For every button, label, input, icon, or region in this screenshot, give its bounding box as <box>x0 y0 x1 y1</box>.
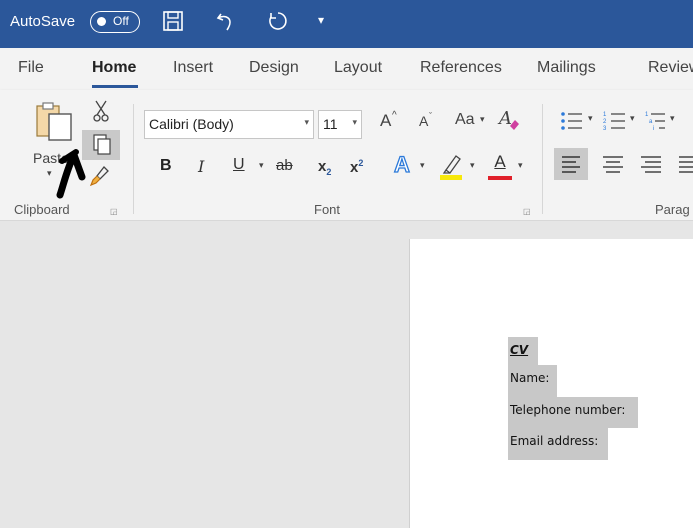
customize-qat-icon[interactable]: ▾ <box>318 13 324 27</box>
chevron-down-icon[interactable]: ▾ <box>420 160 425 171</box>
ribbon: Paste ▾ Clipboard ◲ Calibri (Body) ▾ 11 … <box>0 90 693 221</box>
chevron-down-icon[interactable]: ▾ <box>304 117 309 128</box>
font-size-combo[interactable]: 11 ▾ <box>318 110 362 139</box>
grow-font-button[interactable]: A <box>380 111 391 131</box>
clipboard-group-label: Clipboard <box>14 202 70 217</box>
email-line[interactable]: Email address: <box>508 428 608 460</box>
redo-icon[interactable] <box>266 10 288 38</box>
numbering-icon[interactable]: 123 <box>603 110 627 137</box>
tab-review[interactable]: Review <box>648 59 693 77</box>
group-separator <box>542 104 543 214</box>
chevron-down-icon[interactable]: ▾ <box>518 160 523 171</box>
highlight-color-icon[interactable] <box>438 152 464 185</box>
active-tab-underline <box>92 85 138 88</box>
tab-file[interactable]: File <box>18 59 44 77</box>
tab-home[interactable]: Home <box>92 59 136 77</box>
font-group-label: Font <box>314 202 341 217</box>
subscript-button[interactable]: x2 <box>318 158 331 177</box>
save-icon[interactable] <box>162 10 184 38</box>
align-right-icon[interactable] <box>636 148 666 185</box>
tab-insert[interactable]: Insert <box>173 59 213 77</box>
autosave-label: AutoSave <box>10 13 76 30</box>
svg-text:2: 2 <box>603 119 607 125</box>
align-center-icon[interactable] <box>598 148 628 185</box>
undo-icon[interactable] <box>215 10 237 38</box>
svg-text:3: 3 <box>603 126 607 132</box>
svg-text:a: a <box>649 119 653 125</box>
clipboard-launcher-icon[interactable]: ◲ <box>110 207 118 216</box>
font-launcher-icon[interactable]: ◲ <box>523 207 531 216</box>
telephone-line[interactable]: Telephone number: <box>508 397 638 428</box>
change-case-button[interactable]: Aa <box>455 111 475 129</box>
superscript-button[interactable]: x2 <box>350 158 363 176</box>
annotation-arrow-icon <box>52 147 100 204</box>
italic-button[interactable]: I <box>198 157 204 176</box>
font-name-value: Calibri (Body) <box>149 116 234 132</box>
bullets-icon[interactable] <box>560 110 584 137</box>
svg-text:A: A <box>497 108 512 129</box>
cv-heading[interactable]: CV <box>508 337 538 365</box>
autosave-toggle[interactable]: Off <box>90 11 140 33</box>
underline-button[interactable]: U <box>233 156 245 174</box>
document-page[interactable]: CV Name: Telephone number: Email address… <box>409 239 693 528</box>
toggle-knob <box>97 17 106 26</box>
chevron-down-icon[interactable]: ▾ <box>670 113 675 124</box>
font-name-combo[interactable]: Calibri (Body) ▾ <box>144 110 314 139</box>
grow-font-caret-icon: ^ <box>392 110 397 121</box>
shrink-font-button[interactable]: A <box>419 113 428 129</box>
tab-mailings[interactable]: Mailings <box>537 59 596 77</box>
title-bar: AutoSave Off ▾ <box>0 0 693 48</box>
tab-design[interactable]: Design <box>249 59 299 77</box>
bold-button[interactable]: B <box>160 157 172 175</box>
align-left-button[interactable] <box>554 148 588 180</box>
svg-text:1: 1 <box>603 112 607 118</box>
tab-layout[interactable]: Layout <box>334 59 382 77</box>
chevron-down-icon[interactable]: ▾ <box>259 160 264 171</box>
strikethrough-button[interactable]: ab <box>276 157 293 174</box>
toggle-state: Off <box>113 14 129 28</box>
cut-icon[interactable] <box>93 99 109 128</box>
paragraph-group-label: Parag <box>655 202 690 217</box>
text-effects-button[interactable]: A <box>393 151 410 178</box>
font-color-bar <box>488 176 512 180</box>
chevron-down-icon[interactable]: ▾ <box>352 117 357 128</box>
svg-text:i: i <box>653 126 654 132</box>
chevron-down-icon[interactable]: ▾ <box>480 114 485 125</box>
paste-icon[interactable] <box>33 100 75 147</box>
clear-formatting-icon[interactable]: A <box>497 106 521 137</box>
chevron-down-icon[interactable]: ▾ <box>470 160 475 171</box>
tab-references[interactable]: References <box>420 59 502 77</box>
chevron-down-icon[interactable]: ▾ <box>630 113 635 124</box>
svg-text:1: 1 <box>645 112 649 118</box>
multilevel-list-icon[interactable]: 1ai <box>645 110 669 137</box>
group-separator <box>133 104 134 214</box>
shrink-font-caret-icon: ˇ <box>429 111 432 121</box>
font-color-button[interactable]: A <box>488 152 512 180</box>
ribbon-tabs: File Home Insert Design Layout Reference… <box>0 48 693 90</box>
name-line[interactable]: Name: <box>508 365 557 397</box>
chevron-down-icon[interactable]: ▾ <box>588 113 593 124</box>
justify-icon[interactable] <box>674 148 693 185</box>
font-color-label: A <box>494 152 506 171</box>
paste-dropdown-icon[interactable]: ▾ <box>47 168 52 179</box>
font-size-value: 11 <box>323 116 338 132</box>
